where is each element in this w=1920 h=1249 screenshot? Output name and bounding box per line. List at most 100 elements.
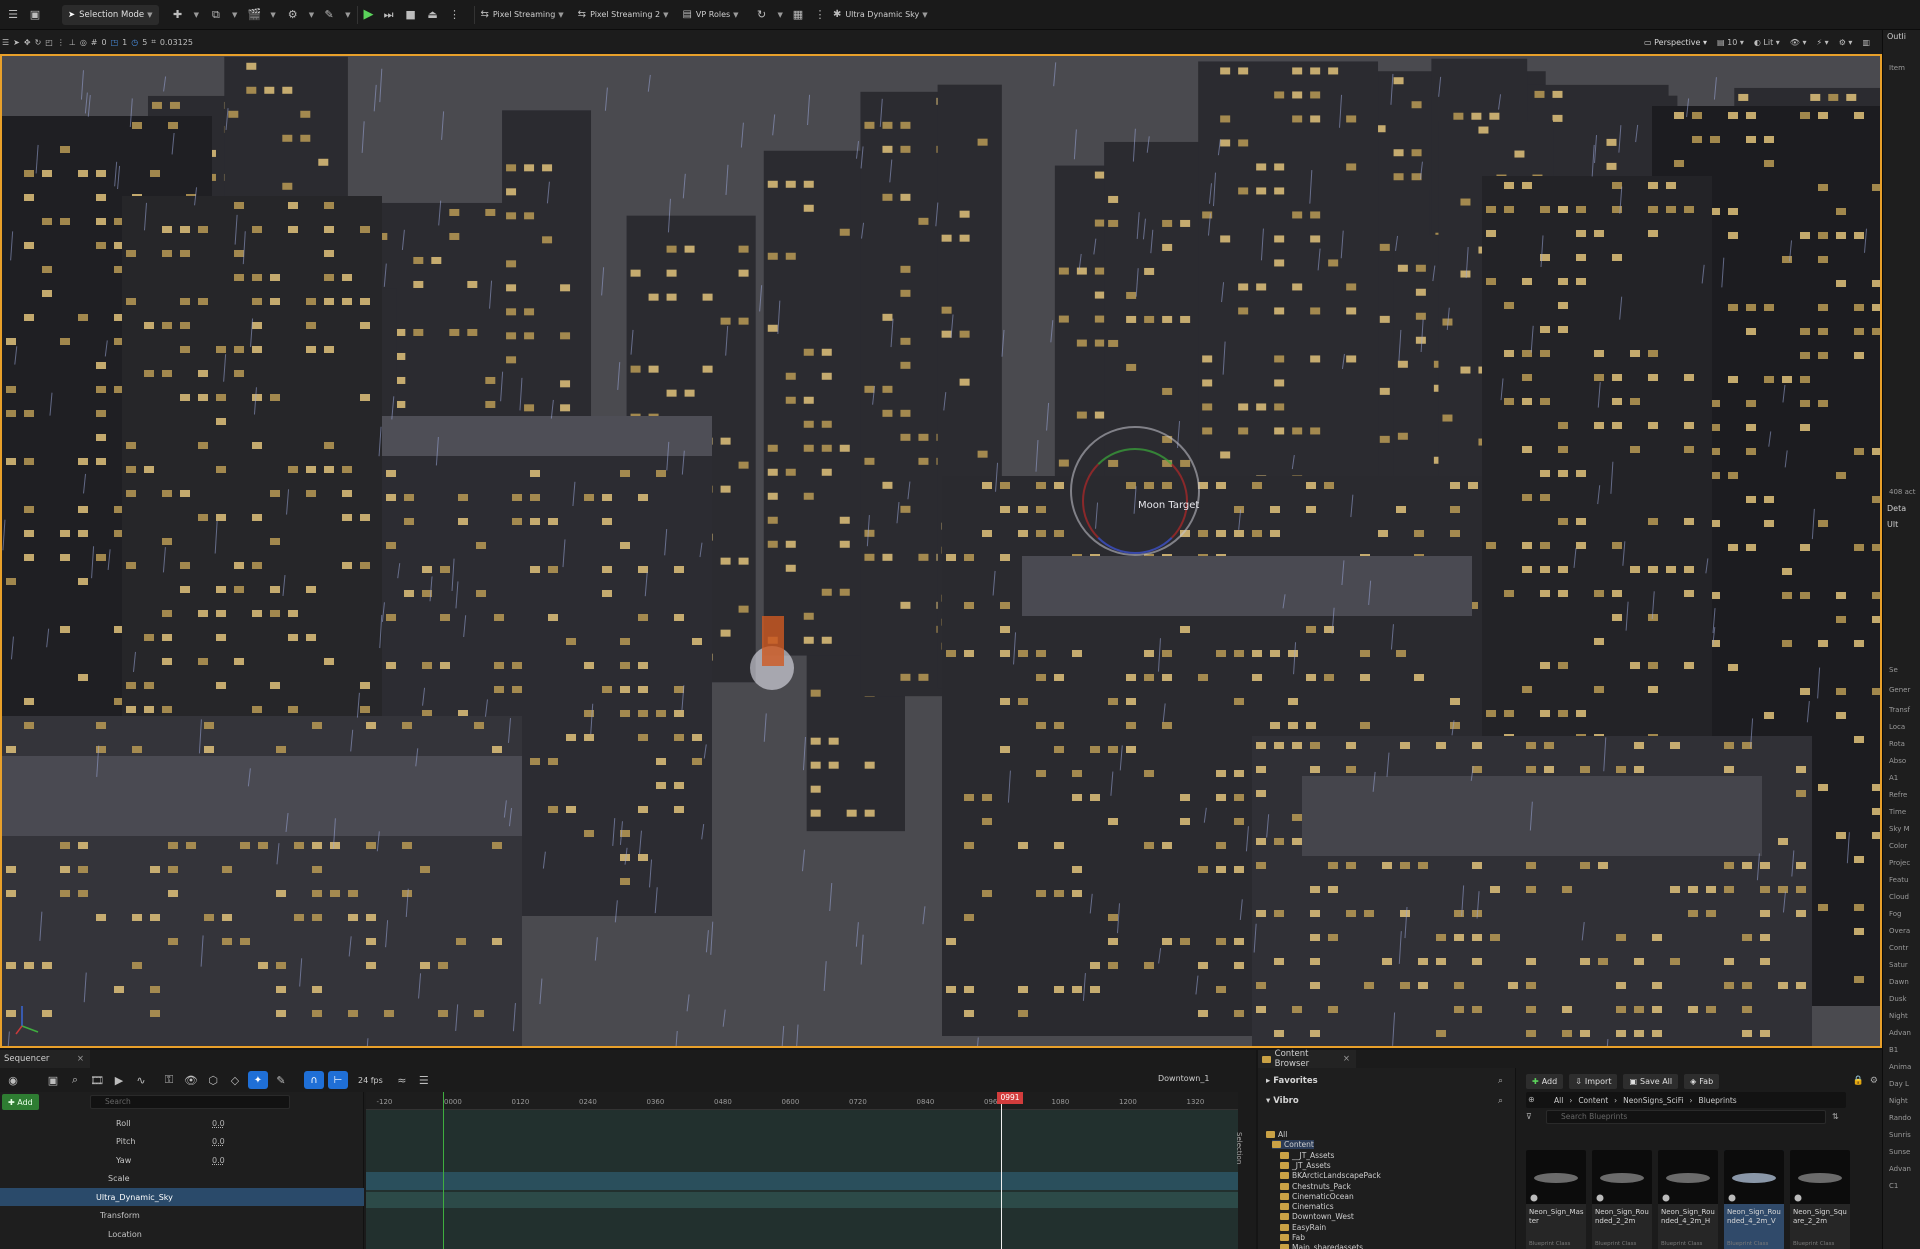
camera-speed-dropdown[interactable]: ▤ 10 ▾ [1717, 38, 1744, 47]
rotate-snap-value[interactable]: 0 [102, 38, 107, 47]
snap-magnet-button[interactable]: ∩ [304, 1071, 324, 1089]
sequence-name[interactable]: Downtown_1 [1158, 1074, 1209, 1083]
chevron-down-icon[interactable]: ▼ [309, 11, 314, 19]
camera-icon[interactable]: ▶ [110, 1071, 128, 1089]
details-category[interactable]: Night [1889, 1012, 1908, 1020]
track-value[interactable]: 0.0 [212, 1137, 225, 1146]
performance-icon[interactable]: ⚡ ▾ [1817, 38, 1829, 47]
details-category[interactable]: Color [1889, 842, 1907, 850]
details-category[interactable]: Sky M [1889, 825, 1910, 833]
chevron-down-icon[interactable]: ▼ [270, 11, 275, 19]
rotate-icon[interactable]: ↻ [35, 38, 42, 47]
details-category[interactable]: Overa [1889, 927, 1910, 935]
play-icon[interactable]: ▶ [364, 7, 374, 22]
world-local-icon[interactable]: ◎ [80, 38, 87, 47]
details-category[interactable]: Time [1889, 808, 1906, 816]
world-icon[interactable]: ◉ [4, 1071, 22, 1089]
close-icon[interactable]: × [1343, 1054, 1350, 1064]
grid-value[interactable]: 0.03125 [160, 38, 193, 47]
key-icon[interactable]: ⚿ [160, 1071, 178, 1089]
details-category[interactable]: Cloud [1889, 893, 1909, 901]
brush-icon[interactable]: ✎ [272, 1071, 290, 1089]
level-viewport[interactable]: Moon Target [0, 54, 1882, 1048]
add-actor-icon[interactable]: ✚ [169, 6, 187, 24]
search-icon[interactable]: ⌕ [1498, 1076, 1503, 1086]
tree-folder-item[interactable]: CinematicOcean [1280, 1192, 1354, 1201]
add-track-button[interactable]: ✚ Add [2, 1094, 39, 1110]
save-all-button[interactable]: ▣ Save All [1623, 1073, 1679, 1089]
stop-icon[interactable]: ■ [402, 6, 420, 24]
favorites-header[interactable]: ▸ Favorites [1266, 1076, 1318, 1086]
tree-folder-item[interactable]: Fab [1280, 1233, 1305, 1242]
curve-icon[interactable]: ∿ [132, 1071, 150, 1089]
details-category[interactable]: Refre [1889, 791, 1907, 799]
render-movie-icon[interactable]: 🎞 [88, 1071, 106, 1089]
tree-folder-item[interactable]: __JT_Assets [1280, 1151, 1334, 1160]
build-icon[interactable]: ⚙ [284, 6, 302, 24]
details-category[interactable]: Abso [1889, 757, 1906, 765]
auto-key-icon[interactable]: ⬡ [204, 1071, 222, 1089]
camera-speed-icon[interactable]: ⌗ [151, 37, 156, 47]
scale-snap-value[interactable]: 1 [122, 38, 127, 47]
details-category[interactable]: Projec [1889, 859, 1910, 867]
details-category[interactable]: B1 [1889, 1046, 1898, 1054]
details-category[interactable]: Transf [1889, 706, 1910, 714]
eye-icon[interactable]: 👁 [182, 1071, 200, 1089]
outliner-item-header[interactable]: Item [1889, 64, 1905, 72]
outliner-tab[interactable]: Outli [1887, 32, 1906, 41]
track-row[interactable]: Roll 0.0 [0, 1114, 364, 1132]
tree-folder-item[interactable]: Content [1272, 1140, 1314, 1150]
close-icon[interactable]: × [77, 1054, 84, 1064]
track-row[interactable]: Yaw 0.0 [0, 1151, 364, 1169]
select-icon[interactable]: ➤ [13, 38, 20, 47]
breadcrumb-item[interactable]: All [1554, 1096, 1563, 1105]
more-icon[interactable]: ⋮ [811, 6, 829, 24]
details-category[interactable]: Dawn [1889, 978, 1909, 986]
details-category[interactable]: Loca [1889, 723, 1905, 731]
details-category[interactable]: Featu [1889, 876, 1908, 884]
more-icon[interactable]: ⋮ [446, 6, 464, 24]
details-category[interactable]: Satur [1889, 961, 1908, 969]
step-icon[interactable]: ⏭ [380, 6, 398, 24]
tree-folder-item[interactable]: Cinematics [1280, 1202, 1334, 1211]
details-category[interactable]: Sunris [1889, 1131, 1911, 1139]
diamond-icon[interactable]: ◇ [226, 1071, 244, 1089]
details-category[interactable]: Rando [1889, 1114, 1911, 1122]
menu-icon[interactable]: ☰ [4, 6, 22, 24]
lighting-dropdown[interactable]: ◐ Lit ▾ [1754, 38, 1780, 47]
layout-icon[interactable]: ▥ [1862, 38, 1870, 47]
details-category[interactable]: C1 [1889, 1182, 1898, 1190]
ultra-dynamic-sky-dropdown[interactable]: ✱ Ultra Dynamic Sky ▼ [833, 9, 928, 20]
playhead-frame[interactable]: 0991 [997, 1092, 1023, 1104]
modeling-icon[interactable]: ✎ [320, 6, 338, 24]
details-category[interactable]: Rota [1889, 740, 1905, 748]
project-header[interactable]: ▾ Vibro [1266, 1096, 1299, 1106]
cinematics-icon[interactable]: 🎬 [245, 6, 263, 24]
history-back-icon[interactable]: ⊕ [1528, 1095, 1535, 1104]
graph-editor-icon[interactable]: ≈ [393, 1071, 411, 1089]
viewport-menu-icon[interactable]: ☰ [2, 38, 9, 47]
track-row[interactable]: Ultra_Dynamic_Sky [0, 1188, 364, 1206]
details-category[interactable]: Advan [1889, 1165, 1911, 1173]
details-category[interactable]: Night [1889, 1097, 1908, 1105]
details-category[interactable]: Day L [1889, 1080, 1909, 1088]
scale-icon[interactable]: ◰ [45, 38, 53, 47]
sort-icon[interactable]: ⇅ [1832, 1112, 1839, 1121]
selection-mode-dropdown[interactable]: ➤ Selection Mode ▼ [62, 4, 159, 25]
import-button[interactable]: ⇩ Import [1569, 1073, 1618, 1089]
asset-tile[interactable]: Neon_Sign_Rounded_4_2m_V Blueprint Class [1724, 1150, 1784, 1249]
view-mode-dropdown[interactable]: ▭ Perspective ▾ [1644, 38, 1707, 47]
show-icon[interactable]: 👁 ▾ [1790, 38, 1807, 47]
tree-folder-item[interactable]: BKArcticLandscapePack [1280, 1171, 1381, 1180]
save-icon[interactable]: ▣ [44, 1071, 62, 1089]
surface-snap-icon[interactable]: ⊥ [69, 38, 76, 47]
moon-target-label[interactable]: Moon Target [1138, 500, 1199, 511]
settings-icon[interactable]: ⚙ [1870, 1076, 1878, 1086]
breadcrumb-item[interactable]: NeonSigns_SciFi [1623, 1096, 1683, 1105]
track-search-input[interactable]: Search [90, 1095, 290, 1109]
fab-button[interactable]: ◈ Fab [1684, 1073, 1720, 1089]
vp-roles-dropdown[interactable]: ▤ VP Roles ▼ [682, 9, 738, 20]
sequencer-timeline[interactable]: -120 0000 0120 0240 0360 0480 0600 0720 0840 0960… [366, 1092, 1551, 1249]
breadcrumb-item[interactable]: Blueprints [1699, 1096, 1737, 1105]
eject-icon[interactable]: ⏏ [424, 6, 442, 24]
